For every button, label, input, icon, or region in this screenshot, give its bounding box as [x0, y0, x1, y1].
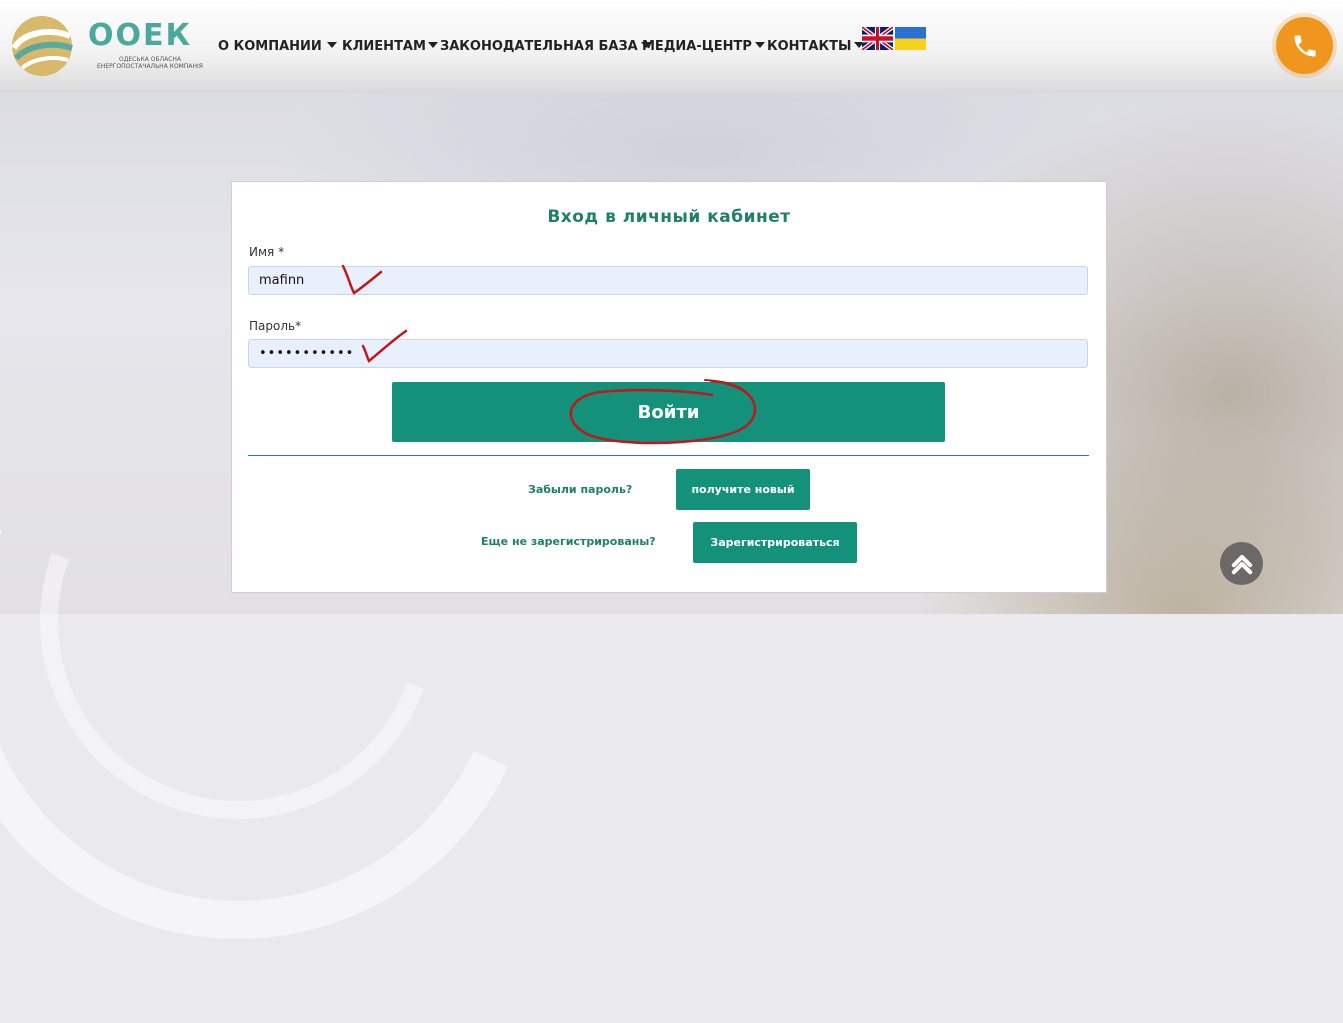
nav-item-label: КОНТАКТЫ	[767, 39, 852, 54]
uk-flag-icon[interactable]	[862, 27, 893, 50]
nav-item-about[interactable]: О КОМПАНИИ	[218, 39, 337, 54]
caret-down-icon	[754, 42, 765, 48]
divider	[248, 455, 1089, 456]
login-title: Вход в личный кабинет	[547, 207, 791, 227]
login-button[interactable]: Войти	[392, 382, 945, 442]
nav-item-contacts[interactable]: КОНТАКТЫ	[767, 39, 865, 54]
name-label: Имя *	[249, 245, 285, 259]
password-input[interactable]	[248, 339, 1088, 368]
scroll-to-top-button[interactable]	[1220, 542, 1263, 585]
nav-item-clients[interactable]: КЛИЕНТАМ	[342, 39, 438, 54]
phone-icon	[1294, 35, 1315, 56]
get-new-password-button[interactable]: получите новый	[676, 469, 810, 510]
ukraine-flag-icon[interactable]	[895, 27, 926, 50]
caret-down-icon	[427, 42, 438, 48]
nav-item-label: ЗАКОНОДАТЕЛЬНАЯ БАЗА	[440, 39, 638, 54]
name-input[interactable]	[248, 266, 1088, 295]
nav-item-label: О КОМПАНИИ	[218, 39, 322, 54]
nav-item-media[interactable]: МЕДИА-ЦЕНТР	[642, 39, 765, 54]
nav-item-label: КЛИЕНТАМ	[342, 39, 426, 54]
company-logo[interactable]: ООЕК ОДЕСЬКА ОБЛАСНА ЕНЕРГОПОСТАЧАЛЬНА К…	[8, 14, 208, 82]
logo-subtitle: ОДЕСЬКА ОБЛАСНА ЕНЕРГОПОСТАЧАЛЬНА КОМПАН…	[90, 56, 210, 70]
caret-down-icon	[326, 42, 337, 48]
site-header: ООЕК ОДЕСЬКА ОБЛАСНА ЕНЕРГОПОСТАЧАЛЬНА К…	[0, 0, 1343, 93]
nav-item-label: МЕДИА-ЦЕНТР	[642, 39, 752, 54]
logo-mark-icon	[11, 16, 73, 76]
login-card: Вход в личный кабинет Имя * Пароль* Войт…	[231, 181, 1107, 593]
logo-title: ООЕК	[88, 18, 193, 53]
call-button[interactable]	[1276, 17, 1333, 74]
logo-subtitle-line: ЕНЕРГОПОСТАЧАЛЬНА КОМПАНІЯ	[97, 63, 203, 70]
password-label: Пароль*	[249, 319, 302, 333]
nav-item-legislation[interactable]: ЗАКОНОДАТЕЛЬНАЯ БАЗА	[440, 39, 651, 54]
logo-subtitle-line: ОДЕСЬКА ОБЛАСНА	[118, 56, 182, 63]
not-registered-text: Еще не зарегистрированы?	[481, 535, 656, 548]
register-button[interactable]: Зарегистрироваться	[693, 522, 857, 563]
chevron-up-icon	[1231, 554, 1252, 574]
forgot-password-text: Забыли пароль?	[528, 483, 633, 496]
